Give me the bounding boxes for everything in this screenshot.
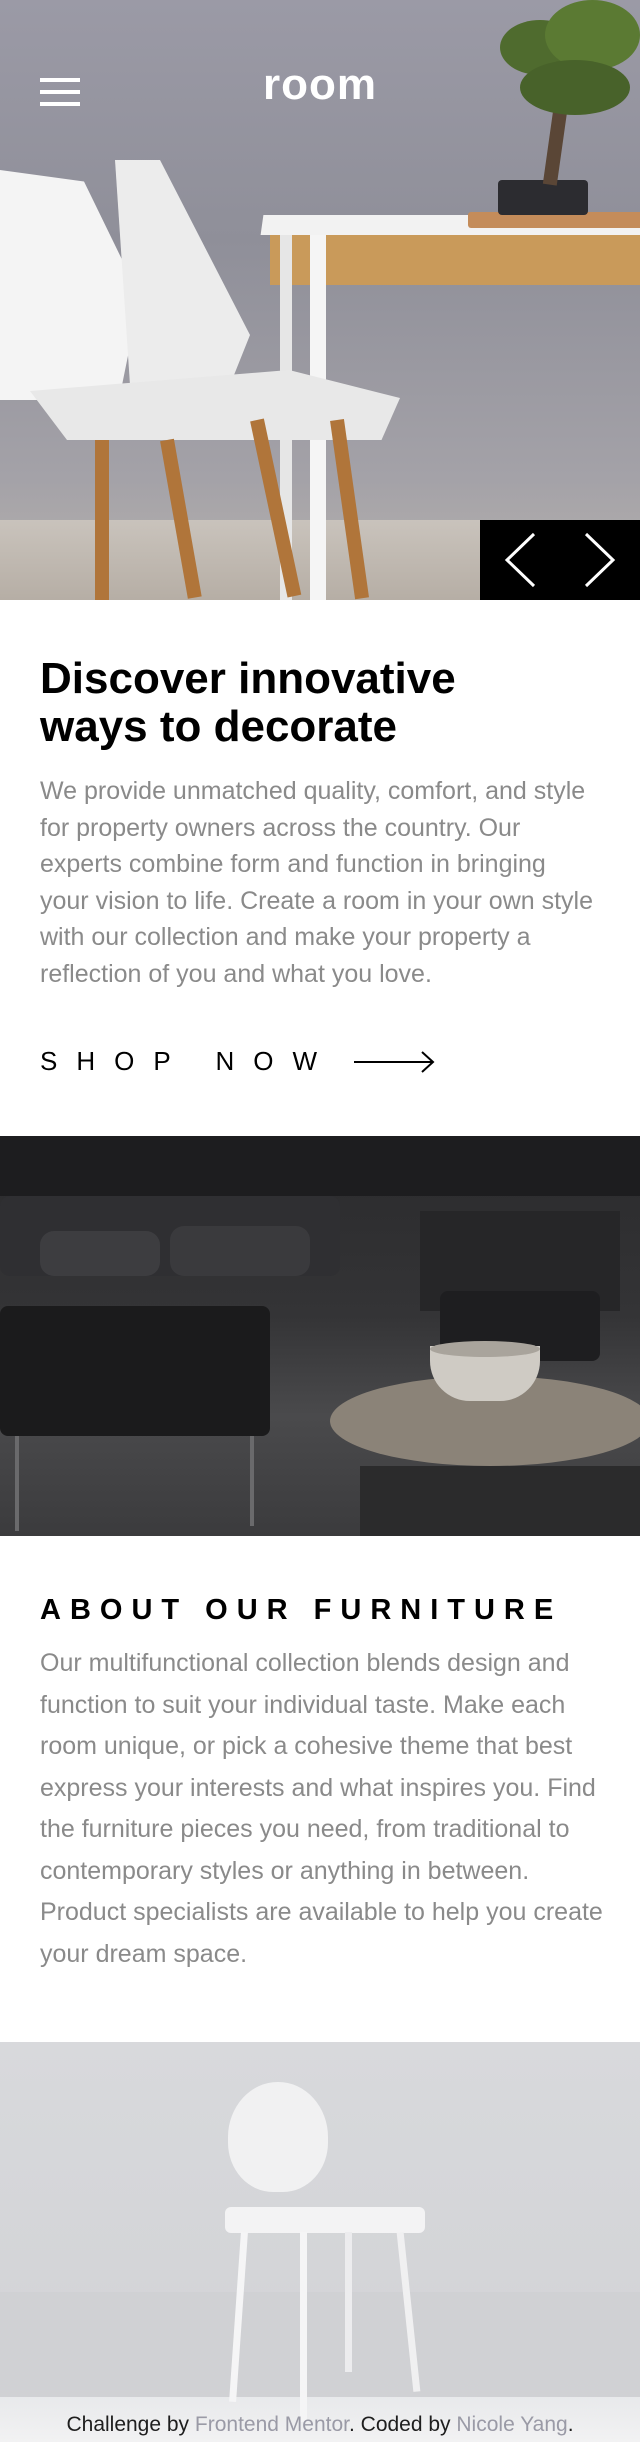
about-body: Our multifunctional collection blends de… bbox=[40, 1649, 603, 1968]
chevron-right-icon bbox=[584, 532, 616, 588]
chair-leg-light bbox=[300, 2232, 307, 2422]
pillow bbox=[170, 1226, 310, 1276]
bowl-rim bbox=[430, 1341, 540, 1357]
chair-leg bbox=[95, 440, 109, 600]
logo[interactable]: room bbox=[0, 60, 640, 110]
bonsai-pot bbox=[498, 180, 588, 215]
attribution: Challenge by Frontend Mentor. Coded by N… bbox=[0, 2413, 640, 2437]
slider-next-button[interactable] bbox=[560, 520, 640, 600]
armchair-leg bbox=[15, 1436, 19, 1531]
arrow-right-icon bbox=[353, 1050, 435, 1073]
armchair-left bbox=[0, 1306, 270, 1436]
attribution-prefix: Challenge by bbox=[66, 2413, 195, 2436]
table-shadow bbox=[360, 1466, 640, 1536]
author-link[interactable]: Nicole Yang bbox=[456, 2413, 567, 2436]
slider-prev-button[interactable] bbox=[480, 520, 560, 600]
attribution-suffix: . bbox=[567, 2413, 574, 2436]
hero-headline-line2: ways to decorate bbox=[40, 702, 398, 751]
about-image-dark bbox=[0, 1136, 640, 1536]
hero-headline: Discover innovative ways to decorate bbox=[40, 655, 600, 751]
chair-seat-light bbox=[225, 2207, 425, 2233]
pillow bbox=[40, 1231, 160, 1276]
hero-content: Discover innovative ways to decorate We … bbox=[40, 655, 600, 992]
chevron-left-icon bbox=[504, 532, 536, 588]
frontend-mentor-link[interactable]: Frontend Mentor bbox=[195, 2413, 349, 2436]
shop-now-link[interactable]: SHOP NOW bbox=[40, 1046, 436, 1077]
wall-shadow bbox=[0, 1136, 640, 1196]
chair-leg-light bbox=[345, 2232, 352, 2372]
slider-controls bbox=[480, 520, 640, 600]
hero-body: We provide unmatched quality, comfort, a… bbox=[40, 777, 594, 988]
shop-now-label: SHOP NOW bbox=[40, 1046, 336, 1076]
hero-headline-line1: Discover innovative bbox=[40, 654, 456, 703]
attribution-middle: . Coded by bbox=[348, 2413, 457, 2436]
chair-backrest bbox=[228, 2082, 328, 2192]
hero-image: room bbox=[0, 0, 640, 600]
bonsai-trunk bbox=[542, 109, 568, 186]
about-title: ABOUT OUR FURNITURE bbox=[40, 1594, 563, 1626]
about-image-light bbox=[0, 2042, 640, 2442]
armchair-leg bbox=[250, 1436, 254, 1526]
